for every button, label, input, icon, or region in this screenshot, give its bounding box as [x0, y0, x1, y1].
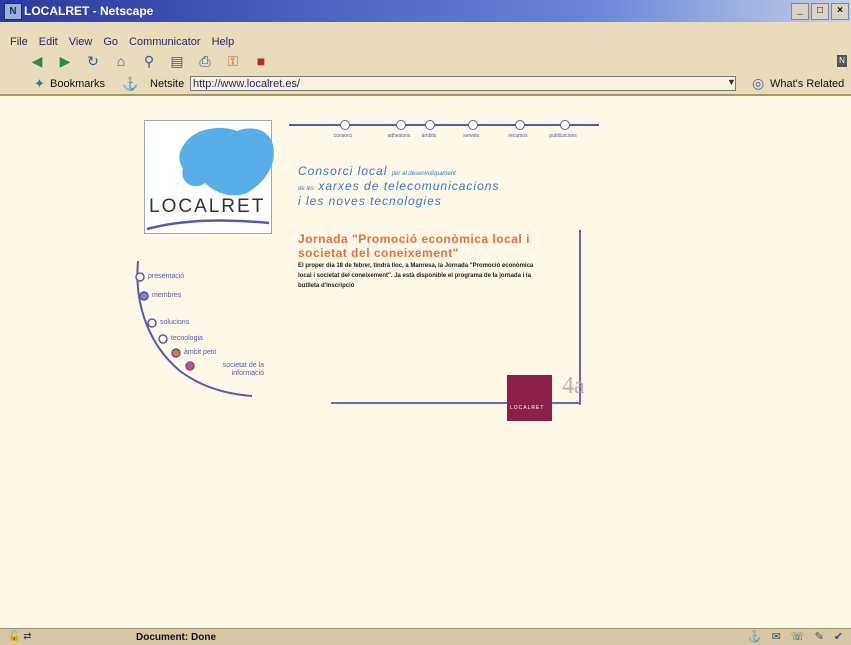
topnav-item[interactable]: publicacions — [538, 133, 588, 139]
maximize-button[interactable]: □ — [811, 3, 829, 20]
logo-text: LOCALRET — [149, 196, 266, 217]
mail-icon[interactable]: ✉ — [772, 630, 781, 643]
sidenav-tecnologia[interactable]: tecnologia — [171, 335, 203, 342]
home-icon[interactable]: ⌂ — [112, 53, 130, 70]
ad-text[interactable]: 4a — [562, 373, 585, 400]
sidenav-ambit-petit[interactable]: àmbit petit — [184, 349, 216, 356]
check-icon[interactable]: ✔ — [834, 630, 843, 643]
back-icon[interactable]: ◀ — [28, 53, 46, 70]
security-lock-icon[interactable]: 🔓 ⇄ — [8, 631, 32, 642]
menu-help[interactable]: Help — [212, 36, 235, 48]
title-bar: N LOCALRET - Netscape _ □ × — [0, 0, 851, 22]
logo-swoosh — [146, 219, 270, 231]
status-bar: 🔓 ⇄ Document: Done ⚓ ✉ ☏ ✎ ✔ — [0, 628, 851, 645]
tagline-main: Consorci local — [298, 164, 388, 178]
navigator-icon[interactable]: ⚓ — [748, 630, 762, 643]
tagline-line1: Consorci local per al desenvolupament — [298, 164, 456, 178]
sidenav-solucions[interactable]: solucions — [160, 319, 189, 326]
menu-bar: File Edit View Go Communicator Help — [10, 36, 234, 48]
sidenav-presentacio[interactable]: presentació — [148, 273, 184, 280]
topnav-dot[interactable] — [560, 120, 570, 130]
topnav-item[interactable]: recursos — [493, 133, 543, 139]
topnav-line — [289, 124, 599, 126]
topnav-dot[interactable] — [468, 120, 478, 130]
menu-edit[interactable]: Edit — [39, 36, 58, 48]
netsite-icon: ⚓ — [122, 76, 139, 91]
topnav-dot[interactable] — [340, 120, 350, 130]
news-body: El proper dia 18 de febrer, tindrà lloc,… — [298, 263, 534, 289]
topnav-dot[interactable] — [425, 120, 435, 130]
security-icon[interactable]: ⚿ — [224, 53, 242, 70]
status-text: Document: Done — [136, 632, 216, 643]
print-icon[interactable]: ⎙ — [196, 53, 214, 70]
url-input[interactable] — [190, 76, 736, 91]
netscape-logo-icon: N — [837, 55, 847, 67]
menu-file[interactable]: File — [10, 36, 28, 48]
sidenav-membres[interactable]: membres — [152, 292, 181, 299]
discussion-icon[interactable]: ☏ — [791, 630, 805, 643]
browser-chrome: File Edit View Go Communicator Help ◀ ▶ … — [0, 22, 851, 96]
tagline-small: per al desenvolupament — [391, 171, 456, 177]
topnav-item[interactable]: serveis — [446, 133, 496, 139]
localret-logo[interactable]: LOCALRET — [144, 120, 274, 234]
component-bar: ⚓ ✉ ☏ ✎ ✔ — [748, 630, 843, 643]
nav-toolbar: ◀ ▶ ↻ ⌂ ⚲ ▤ ⎙ ⚿ ■ — [28, 53, 270, 70]
bookmarks-icon[interactable]: ✦ — [34, 76, 45, 92]
topnav-item[interactable]: consorci — [318, 133, 368, 139]
sidenav-societat-informacio[interactable]: societat de la informació — [198, 362, 264, 378]
url-dropdown-icon[interactable]: ▼ — [727, 77, 736, 87]
close-button[interactable]: × — [831, 3, 849, 20]
search-icon[interactable]: ⚲ — [140, 53, 158, 70]
window-title: LOCALRET - Netscape — [24, 4, 154, 18]
tagline-line2: de les xarxes de telecomunicacions — [298, 179, 499, 193]
localret-ad-badge[interactable]: LOCALRET — [507, 375, 552, 421]
menu-view[interactable]: View — [69, 36, 93, 48]
forward-icon[interactable]: ▶ — [56, 53, 74, 70]
location-bar: ✦ Bookmarks ⚓ Netsite ▼ ◎ What's Related — [0, 74, 851, 94]
menu-go[interactable]: Go — [103, 36, 118, 48]
composer-icon[interactable]: ✎ — [815, 630, 824, 643]
tagline-main: xarxes de telecomunicacions — [318, 179, 500, 193]
bookmarks-button[interactable]: Bookmarks — [50, 78, 105, 90]
badge-text: LOCALRET — [510, 405, 545, 411]
window-controls: _ □ × — [791, 3, 849, 20]
guide-icon[interactable]: ▤ — [168, 53, 186, 70]
tagline-small: de les — [298, 186, 315, 192]
netscape-app-icon: N — [4, 3, 22, 20]
reload-icon[interactable]: ↻ — [84, 53, 102, 70]
topnav-dot[interactable] — [515, 120, 525, 130]
whats-related-icon[interactable]: ◎ — [752, 75, 764, 92]
netsite-label: Netsite — [150, 78, 185, 90]
map-blob-icon — [179, 127, 274, 196]
news-title-link[interactable]: Jornada "Promoció econòmica local i soci… — [298, 232, 538, 260]
topnav-dot[interactable] — [396, 120, 406, 130]
stop-icon[interactable]: ■ — [252, 53, 270, 70]
menu-communicator[interactable]: Communicator — [129, 36, 201, 48]
page-content: LOCALRET consorci adhesions àmbits serve… — [0, 96, 851, 628]
minimize-button[interactable]: _ — [791, 3, 809, 20]
whats-related-button[interactable]: What's Related — [770, 78, 844, 90]
tagline-line3: i les noves tecnologies — [298, 194, 442, 208]
